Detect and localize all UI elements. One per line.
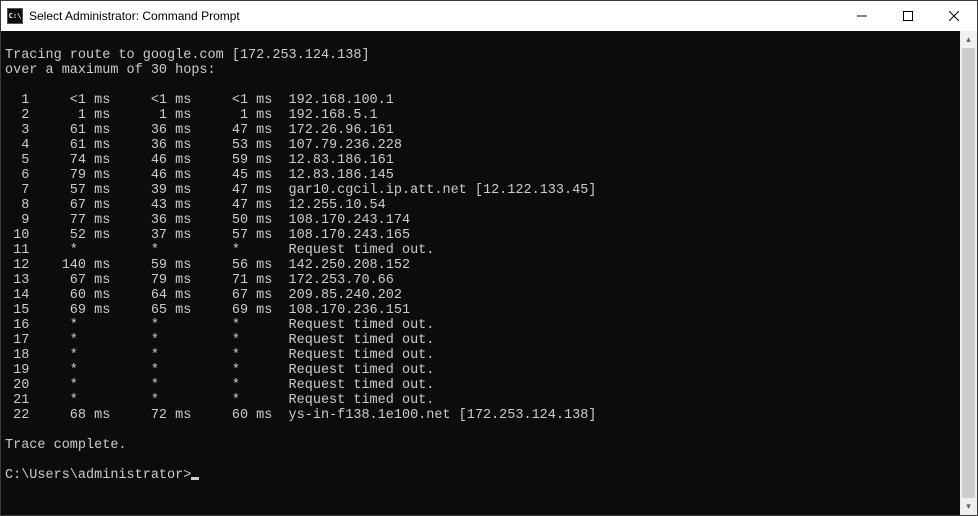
minimize-button[interactable] — [839, 1, 885, 31]
scroll-down-arrow[interactable]: ▾ — [960, 498, 977, 515]
client-area: Tracing route to google.com [172.253.124… — [1, 31, 977, 515]
terminal-output[interactable]: Tracing route to google.com [172.253.124… — [1, 31, 960, 515]
prompt: C:\Users\administrator> — [5, 468, 191, 483]
app-icon: C:\ — [7, 8, 23, 24]
maximize-button[interactable] — [885, 1, 931, 31]
close-button[interactable] — [931, 1, 977, 31]
cursor — [191, 477, 199, 480]
maximize-icon — [903, 11, 913, 21]
window-controls — [839, 1, 977, 31]
command-prompt-window: C:\ Select Administrator: Command Prompt… — [0, 0, 978, 516]
close-icon — [949, 11, 959, 21]
titlebar[interactable]: C:\ Select Administrator: Command Prompt — [1, 1, 977, 31]
scroll-thumb[interactable] — [962, 48, 975, 498]
window-title: Select Administrator: Command Prompt — [29, 9, 839, 23]
vertical-scrollbar[interactable]: ▴ ▾ — [960, 31, 977, 515]
scroll-up-arrow[interactable]: ▴ — [960, 31, 977, 48]
minimize-icon — [857, 11, 867, 21]
scroll-track[interactable] — [960, 48, 977, 498]
